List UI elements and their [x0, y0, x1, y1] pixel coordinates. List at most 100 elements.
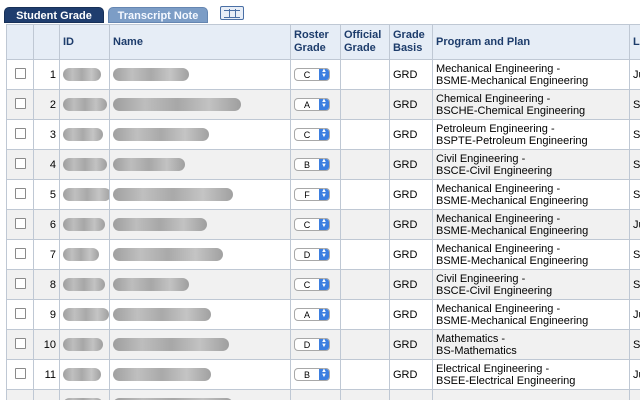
plan-text: BSCE-Civil Engineering	[436, 164, 553, 177]
table-row: 10D▲▼GRDMathematics -BS-MathematicsSe	[6, 329, 640, 360]
row-select-checkbox[interactable]	[14, 157, 26, 169]
plan-text: BSME-Mechanical Engineering	[436, 224, 589, 237]
roster-grade-select[interactable]: C ▲ ▼	[294, 218, 330, 231]
student-id-cell	[59, 209, 110, 240]
row-select-checkbox[interactable]	[14, 187, 26, 199]
name-column-header[interactable]: Name	[109, 24, 291, 60]
student-name-cell	[109, 329, 291, 360]
level-cell: Jun	[629, 209, 640, 240]
roster-grade-select[interactable]: C ▲ ▼	[294, 128, 330, 141]
row-number: 1	[33, 59, 60, 90]
student-name-cell	[109, 119, 291, 150]
official-grade-cell	[340, 59, 390, 90]
row-select-checkbox[interactable]	[14, 337, 26, 349]
student-name-cell	[109, 359, 291, 390]
grid-view-icon[interactable]	[220, 6, 244, 20]
row-select-checkbox[interactable]	[14, 367, 26, 379]
grade-basis-column-header[interactable]: Grade Basis	[389, 24, 433, 60]
row-select-checkbox[interactable]	[14, 127, 26, 139]
redacted-id	[63, 248, 99, 261]
select-column-header	[6, 24, 34, 60]
program-plan-cell: Petroleum Engineering - BSPTE-Petroleum E…	[432, 119, 630, 150]
program-text: Chemical Engineering -	[436, 92, 551, 105]
grade-basis-cell: GRD	[389, 269, 433, 300]
select-arrows-icon: ▲ ▼	[319, 368, 329, 380]
roster-grade-select[interactable]: D ▲ ▼	[294, 338, 330, 351]
level-cell	[629, 389, 640, 400]
program-text: Civil Engineering -	[436, 272, 526, 285]
tab-student-grade[interactable]: Student Grade	[4, 7, 104, 23]
roster-grade-value: D	[303, 250, 311, 260]
student-name-cell	[109, 269, 291, 300]
select-arrows-icon: ▲ ▼	[319, 248, 329, 260]
roster-grade-select[interactable]: A ▲ ▼	[294, 308, 330, 321]
roster-grade-select[interactable]: D ▲ ▼	[294, 248, 330, 261]
student-name-cell	[109, 209, 291, 240]
redacted-name	[113, 98, 241, 111]
level-cell: Jun	[629, 299, 640, 330]
roster-grade-select[interactable]: A ▲ ▼	[294, 98, 330, 111]
redacted-id	[63, 218, 105, 231]
row-select-checkbox[interactable]	[14, 247, 26, 259]
roster-grade-column-header[interactable]: Roster Grade	[290, 24, 341, 60]
row-number: 10	[33, 329, 60, 360]
roster-grade-select[interactable]: C ▲ ▼	[294, 68, 330, 81]
level-cell: Se	[629, 179, 640, 210]
student-name-cell	[109, 59, 291, 90]
redacted-name	[113, 188, 233, 201]
row-select-checkbox[interactable]	[14, 277, 26, 289]
program-text: Mathematics -	[436, 332, 506, 345]
id-column-header[interactable]: ID	[59, 24, 110, 60]
table-row: 3 C ▲ ▼ GRD Petroleum Engineering - BSPTE-Petr…	[6, 119, 640, 150]
plan-text: BSME-Mechanical Engineering	[436, 74, 589, 87]
row-select-cell	[6, 59, 34, 90]
program-text: Mechanical Engineering -	[436, 242, 561, 255]
select-arrows-icon: ▲ ▼	[319, 338, 329, 350]
redacted-id	[63, 128, 103, 141]
table-row: 1 C ▲ ▼ GRD Mechanical Engineering - BSME-Mech…	[6, 59, 640, 90]
plan-text: BSPTE-Petroleum Engineering	[436, 134, 588, 147]
student-id-cell	[59, 239, 110, 270]
row-select-cell	[6, 119, 34, 150]
roster-grade-select[interactable]: B ▲ ▼	[294, 158, 330, 171]
program-plan-cell: Mathematics - BS-Mathematics	[432, 329, 630, 360]
row-select-checkbox[interactable]	[14, 217, 26, 229]
grade-basis-cell: GRD	[389, 149, 433, 180]
row-select-checkbox[interactable]	[14, 67, 26, 79]
roster-grade-value: F	[304, 190, 310, 200]
student-name-cell	[109, 179, 291, 210]
level-column-header[interactable]: Lev	[629, 24, 640, 60]
roster-grade-cell: C ▲ ▼	[290, 59, 341, 90]
row-number: 5	[33, 179, 60, 210]
row-select-checkbox[interactable]	[14, 307, 26, 319]
redacted-id	[63, 68, 101, 81]
student-id-cell	[59, 389, 110, 400]
grade-roster-grid: ID Name Roster Grade Official Grade Grad…	[6, 24, 640, 400]
select-arrows-icon: ▲ ▼	[319, 218, 329, 230]
row-select-checkbox[interactable]	[14, 97, 26, 109]
table-row: 8 C ▲ ▼ GRD Civil Engineering - BSCE-Civil Eng…	[6, 269, 640, 300]
roster-grade-value: B	[303, 370, 310, 380]
official-grade-cell	[340, 329, 390, 360]
official-grade-cell	[340, 389, 390, 400]
select-arrows-icon: ▲ ▼	[319, 128, 329, 140]
row-select-cell	[6, 299, 34, 330]
program-plan-cell: Mechanical Engineering - BSME-Mechanical …	[432, 179, 630, 210]
roster-grade-cell: B ▲ ▼	[290, 359, 341, 390]
program-text: Electrical Engineering -	[436, 362, 550, 375]
roster-grade-select[interactable]: F ▲ ▼	[294, 188, 330, 201]
program-text: Mechanical Engineering -	[436, 302, 561, 315]
roster-grade-select[interactable]: B ▲ ▼	[294, 368, 330, 381]
official-grade-column-header[interactable]: Official Grade	[340, 24, 390, 60]
row-select-cell	[6, 179, 34, 210]
roster-grade-value: A	[303, 100, 310, 110]
redacted-name	[113, 368, 211, 381]
roster-grade-select[interactable]: C ▲ ▼	[294, 278, 330, 291]
table-row: 5 F ▲ ▼ GRD Mechanical Engineering - BSME-Mech…	[6, 179, 640, 210]
redacted-id	[63, 308, 109, 321]
redacted-name	[113, 68, 189, 81]
tab-transcript-note[interactable]: Transcript Note	[108, 7, 208, 23]
redacted-name	[113, 158, 185, 171]
row-select-cell	[6, 269, 34, 300]
program-plan-column-header[interactable]: Program and Plan	[432, 24, 630, 60]
